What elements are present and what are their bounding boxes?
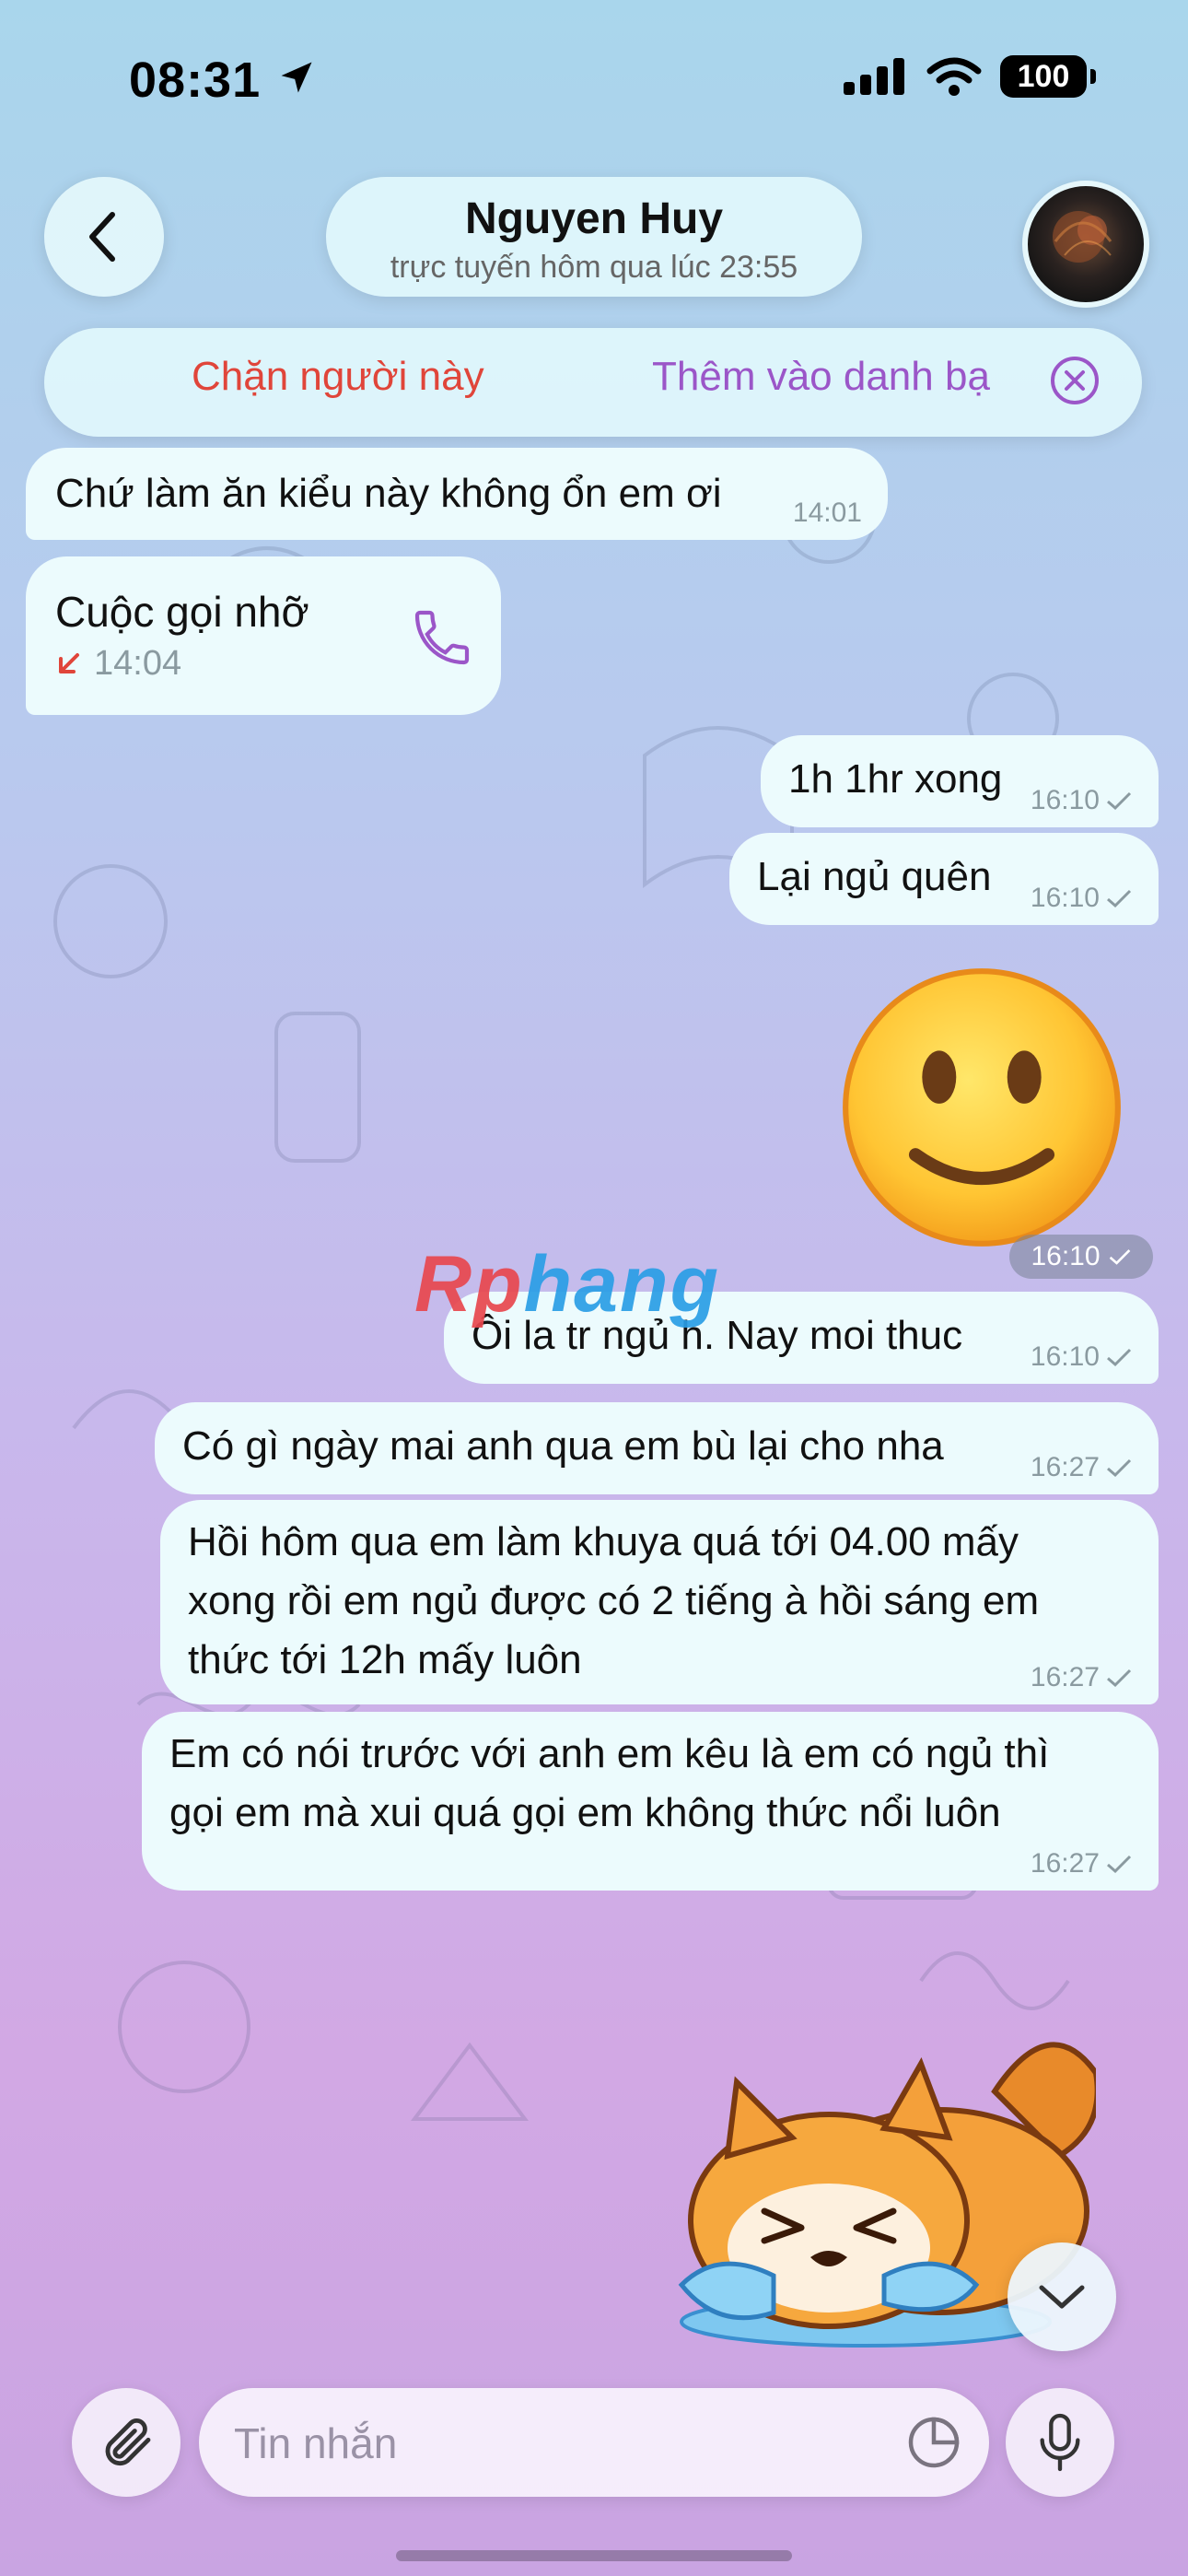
message-input[interactable] <box>232 2410 880 2476</box>
message-time: 16:27 <box>1031 1664 1133 1692</box>
check-icon <box>1107 1348 1132 1367</box>
phone-icon[interactable] <box>409 604 475 671</box>
location-arrow-icon <box>281 62 312 93</box>
message-time: 16:27 <box>1031 1454 1133 1481</box>
cellular-signal-icon <box>844 58 904 95</box>
avatar[interactable] <box>1022 181 1149 308</box>
status-bar: 08:31 100 <box>0 0 1188 157</box>
message-bubble-incoming[interactable]: Chứ làm ăn kiểu này không ổn em ơi 14:01 <box>26 448 888 540</box>
message-time: 16:10 <box>1031 787 1133 814</box>
home-indicator <box>396 2550 792 2561</box>
message-text: 1h 1hr xong <box>788 756 1003 802</box>
attach-button[interactable] <box>72 2388 181 2497</box>
message-time: 16:10 <box>1031 884 1133 912</box>
message-bubble-outgoing[interactable]: Hồi hôm qua em làm khuya quá tới 04.00 m… <box>160 1500 1159 1704</box>
message-time: 16:27 <box>1031 1850 1133 1878</box>
missed-call-bubble[interactable]: Cuộc gọi nhỡ 14:04 <box>26 556 501 715</box>
message-text: Hồi hôm qua em làm khuya quá tới 04.00 m… <box>188 1519 1040 1682</box>
message-input-container <box>199 2388 989 2497</box>
back-button[interactable] <box>44 177 164 297</box>
slightly-smiling-face-emoji[interactable] <box>840 966 1124 1249</box>
sticker-icon[interactable] <box>906 2415 961 2470</box>
message-bubble-outgoing[interactable]: Em có nói trước với anh em kêu là em có … <box>142 1712 1159 1891</box>
emoji-time-badge: 16:10 <box>1009 1235 1153 1279</box>
paperclip-icon <box>105 2418 151 2466</box>
scroll-to-bottom-button[interactable] <box>1007 2242 1116 2351</box>
chevron-left-icon <box>89 212 115 262</box>
message-text: Chứ làm ăn kiểu này không ổn em ơi <box>55 471 722 516</box>
check-icon <box>1107 889 1132 908</box>
voice-record-button[interactable] <box>1006 2388 1114 2497</box>
message-bubble-outgoing[interactable]: Lại ngủ quên 16:10 <box>729 833 1159 925</box>
missed-call-time: 14:04 <box>55 645 181 682</box>
avatar-image <box>1053 211 1112 263</box>
missed-call-title: Cuộc gọi nhỡ <box>55 588 309 636</box>
battery-indicator: 100 <box>1000 55 1096 98</box>
wifi-icon <box>926 57 982 96</box>
status-time: 08:31 <box>129 53 262 108</box>
contact-action-bar: Chặn người này Thêm vào danh bạ <box>44 328 1142 437</box>
message-time: 16:10 <box>1031 1343 1133 1371</box>
check-icon <box>1107 1458 1132 1478</box>
check-icon <box>1107 1669 1132 1688</box>
contact-name: Nguyen Huy <box>464 194 724 243</box>
message-text: Có gì ngày mai anh qua em bù lại cho nha <box>182 1423 944 1469</box>
message-bubble-outgoing[interactable]: 1h 1hr xong 16:10 <box>761 735 1159 827</box>
watermark-logo: Rphang <box>414 1240 721 1329</box>
message-text: Lại ngủ quên <box>757 854 992 899</box>
microphone-icon <box>1040 2413 1080 2472</box>
chevron-down-icon <box>1039 2285 1085 2309</box>
check-icon <box>1109 1249 1130 1265</box>
check-icon <box>1107 791 1132 811</box>
check-icon <box>1107 1855 1132 1874</box>
block-user-button[interactable]: Chặn người này <box>192 354 484 400</box>
last-seen-status: trực tuyến hôm qua lúc 23:55 <box>390 250 798 285</box>
message-time: 14:01 <box>792 498 862 528</box>
close-icon[interactable] <box>1050 356 1100 405</box>
missed-call-arrow-icon <box>59 653 79 673</box>
add-contact-button[interactable]: Thêm vào danh bạ <box>652 354 990 400</box>
message-bubble-outgoing[interactable]: Có gì ngày mai anh qua em bù lại cho nha… <box>155 1402 1159 1494</box>
chat-title[interactable]: Nguyen Huy trực tuyến hôm qua lúc 23:55 <box>326 177 862 297</box>
message-text: Em có nói trước với anh em kêu là em có … <box>169 1731 1050 1835</box>
